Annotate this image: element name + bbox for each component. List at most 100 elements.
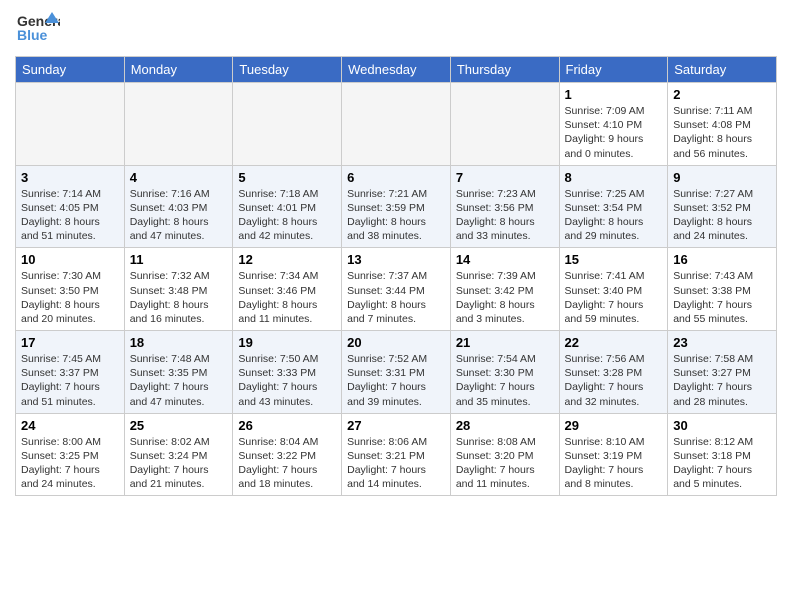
day-number: 21 (456, 335, 554, 350)
calendar-week-row: 17 Sunrise: 7:45 AM Sunset: 3:37 PM Dayli… (16, 331, 777, 414)
day-info: Sunrise: 8:02 AM Sunset: 3:24 PM Dayligh… (130, 435, 228, 492)
day-info: Sunrise: 7:58 AM Sunset: 3:27 PM Dayligh… (673, 352, 771, 409)
calendar-week-row: 3Sunrise: 7:14 AM Sunset: 4:05 PM Daylig… (16, 165, 777, 248)
day-info: Sunrise: 7:18 AM Sunset: 4:01 PM Dayligh… (238, 187, 336, 244)
calendar-cell (450, 83, 559, 166)
calendar-cell: 5 Sunrise: 7:18 AM Sunset: 4:01 PM Daylig… (233, 165, 342, 248)
day-info: Sunrise: 7:27 AM Sunset: 3:52 PM Dayligh… (673, 187, 771, 244)
calendar-cell: 6 Sunrise: 7:21 AM Sunset: 3:59 PM Daylig… (342, 165, 451, 248)
calendar-cell: 17 Sunrise: 7:45 AM Sunset: 3:37 PM Dayli… (16, 331, 125, 414)
calendar-cell: 9 Sunrise: 7:27 AM Sunset: 3:52 PM Daylig… (668, 165, 777, 248)
calendar-cell: 1 Sunrise: 7:09 AM Sunset: 4:10 PM Daylig… (559, 83, 668, 166)
calendar-week-row: 1 Sunrise: 7:09 AM Sunset: 4:10 PM Daylig… (16, 83, 777, 166)
calendar-cell (342, 83, 451, 166)
day-number: 10 (21, 252, 119, 267)
day-info: Sunrise: 7:39 AM Sunset: 3:42 PM Dayligh… (456, 269, 554, 326)
calendar-cell: 10 Sunrise: 7:30 AM Sunset: 3:50 PM Dayli… (16, 248, 125, 331)
calendar-cell: 30 Sunrise: 8:12 AM Sunset: 3:18 PM Dayli… (668, 413, 777, 496)
weekday-header-cell: Friday (559, 57, 668, 83)
day-number: 5 (238, 170, 336, 185)
logo: General Blue (15, 10, 60, 48)
day-info: Sunrise: 7:45 AM Sunset: 3:37 PM Dayligh… (21, 352, 119, 409)
calendar-cell (124, 83, 233, 166)
calendar-cell: 8Sunrise: 7:25 AM Sunset: 3:54 PM Daylig… (559, 165, 668, 248)
day-number: 9 (673, 170, 771, 185)
calendar-cell: 25 Sunrise: 8:02 AM Sunset: 3:24 PM Dayli… (124, 413, 233, 496)
day-info: Sunrise: 7:48 AM Sunset: 3:35 PM Dayligh… (130, 352, 228, 409)
day-number: 13 (347, 252, 445, 267)
day-info: Sunrise: 7:54 AM Sunset: 3:30 PM Dayligh… (456, 352, 554, 409)
day-info: Sunrise: 7:41 AM Sunset: 3:40 PM Dayligh… (565, 269, 663, 326)
day-info: Sunrise: 7:43 AM Sunset: 3:38 PM Dayligh… (673, 269, 771, 326)
weekday-header-cell: Wednesday (342, 57, 451, 83)
svg-text:Blue: Blue (17, 27, 48, 43)
day-info: Sunrise: 7:34 AM Sunset: 3:46 PM Dayligh… (238, 269, 336, 326)
calendar-cell: 12 Sunrise: 7:34 AM Sunset: 3:46 PM Dayli… (233, 248, 342, 331)
main-container: General Blue SundayMondayTuesdayWednesda… (0, 0, 792, 506)
day-info: Sunrise: 8:08 AM Sunset: 3:20 PM Dayligh… (456, 435, 554, 492)
day-number: 6 (347, 170, 445, 185)
calendar-cell: 14 Sunrise: 7:39 AM Sunset: 3:42 PM Dayli… (450, 248, 559, 331)
day-info: Sunrise: 7:16 AM Sunset: 4:03 PM Dayligh… (130, 187, 228, 244)
calendar-cell: 28Sunrise: 8:08 AM Sunset: 3:20 PM Dayli… (450, 413, 559, 496)
weekday-header: SundayMondayTuesdayWednesdayThursdayFrid… (16, 57, 777, 83)
day-number: 22 (565, 335, 663, 350)
calendar-body: 1 Sunrise: 7:09 AM Sunset: 4:10 PM Daylig… (16, 83, 777, 496)
day-info: Sunrise: 8:10 AM Sunset: 3:19 PM Dayligh… (565, 435, 663, 492)
day-info: Sunrise: 7:14 AM Sunset: 4:05 PM Dayligh… (21, 187, 119, 244)
weekday-header-cell: Monday (124, 57, 233, 83)
day-info: Sunrise: 7:21 AM Sunset: 3:59 PM Dayligh… (347, 187, 445, 244)
day-info: Sunrise: 7:23 AM Sunset: 3:56 PM Dayligh… (456, 187, 554, 244)
day-number: 25 (130, 418, 228, 433)
weekday-header-cell: Thursday (450, 57, 559, 83)
day-number: 17 (21, 335, 119, 350)
calendar-cell: 2 Sunrise: 7:11 AM Sunset: 4:08 PM Daylig… (668, 83, 777, 166)
calendar-week-row: 10 Sunrise: 7:30 AM Sunset: 3:50 PM Dayli… (16, 248, 777, 331)
calendar-cell: 13 Sunrise: 7:37 AM Sunset: 3:44 PM Dayli… (342, 248, 451, 331)
day-number: 7 (456, 170, 554, 185)
day-number: 14 (456, 252, 554, 267)
day-number: 19 (238, 335, 336, 350)
calendar-cell: 19Sunrise: 7:50 AM Sunset: 3:33 PM Dayli… (233, 331, 342, 414)
header: General Blue (15, 10, 777, 48)
day-number: 16 (673, 252, 771, 267)
day-info: Sunrise: 7:11 AM Sunset: 4:08 PM Dayligh… (673, 104, 771, 161)
calendar-week-row: 24Sunrise: 8:00 AM Sunset: 3:25 PM Dayli… (16, 413, 777, 496)
day-info: Sunrise: 8:12 AM Sunset: 3:18 PM Dayligh… (673, 435, 771, 492)
calendar-cell: 29Sunrise: 8:10 AM Sunset: 3:19 PM Dayli… (559, 413, 668, 496)
calendar-cell: 21 Sunrise: 7:54 AM Sunset: 3:30 PM Dayli… (450, 331, 559, 414)
day-info: Sunrise: 7:52 AM Sunset: 3:31 PM Dayligh… (347, 352, 445, 409)
calendar-cell: 3Sunrise: 7:14 AM Sunset: 4:05 PM Daylig… (16, 165, 125, 248)
day-info: Sunrise: 8:06 AM Sunset: 3:21 PM Dayligh… (347, 435, 445, 492)
calendar-cell: 26 Sunrise: 8:04 AM Sunset: 3:22 PM Dayli… (233, 413, 342, 496)
calendar-cell: 18Sunrise: 7:48 AM Sunset: 3:35 PM Dayli… (124, 331, 233, 414)
calendar-cell: 11Sunrise: 7:32 AM Sunset: 3:48 PM Dayli… (124, 248, 233, 331)
calendar: SundayMondayTuesdayWednesdayThursdayFrid… (15, 56, 777, 496)
calendar-cell: 4 Sunrise: 7:16 AM Sunset: 4:03 PM Daylig… (124, 165, 233, 248)
day-number: 23 (673, 335, 771, 350)
day-number: 24 (21, 418, 119, 433)
calendar-cell (16, 83, 125, 166)
day-info: Sunrise: 7:32 AM Sunset: 3:48 PM Dayligh… (130, 269, 228, 326)
day-info: Sunrise: 7:25 AM Sunset: 3:54 PM Dayligh… (565, 187, 663, 244)
calendar-cell: 20Sunrise: 7:52 AM Sunset: 3:31 PM Dayli… (342, 331, 451, 414)
day-number: 27 (347, 418, 445, 433)
calendar-cell: 22Sunrise: 7:56 AM Sunset: 3:28 PM Dayli… (559, 331, 668, 414)
day-info: Sunrise: 8:04 AM Sunset: 3:22 PM Dayligh… (238, 435, 336, 492)
day-number: 26 (238, 418, 336, 433)
calendar-cell: 23 Sunrise: 7:58 AM Sunset: 3:27 PM Dayli… (668, 331, 777, 414)
day-info: Sunrise: 7:09 AM Sunset: 4:10 PM Dayligh… (565, 104, 663, 161)
day-number: 2 (673, 87, 771, 102)
day-number: 1 (565, 87, 663, 102)
calendar-cell: 16 Sunrise: 7:43 AM Sunset: 3:38 PM Dayli… (668, 248, 777, 331)
calendar-cell (233, 83, 342, 166)
logo-wordmark: General Blue (15, 10, 60, 48)
day-number: 15 (565, 252, 663, 267)
day-info: Sunrise: 7:30 AM Sunset: 3:50 PM Dayligh… (21, 269, 119, 326)
day-number: 12 (238, 252, 336, 267)
day-info: Sunrise: 7:37 AM Sunset: 3:44 PM Dayligh… (347, 269, 445, 326)
day-number: 4 (130, 170, 228, 185)
weekday-header-cell: Tuesday (233, 57, 342, 83)
calendar-cell: 24Sunrise: 8:00 AM Sunset: 3:25 PM Dayli… (16, 413, 125, 496)
day-number: 30 (673, 418, 771, 433)
